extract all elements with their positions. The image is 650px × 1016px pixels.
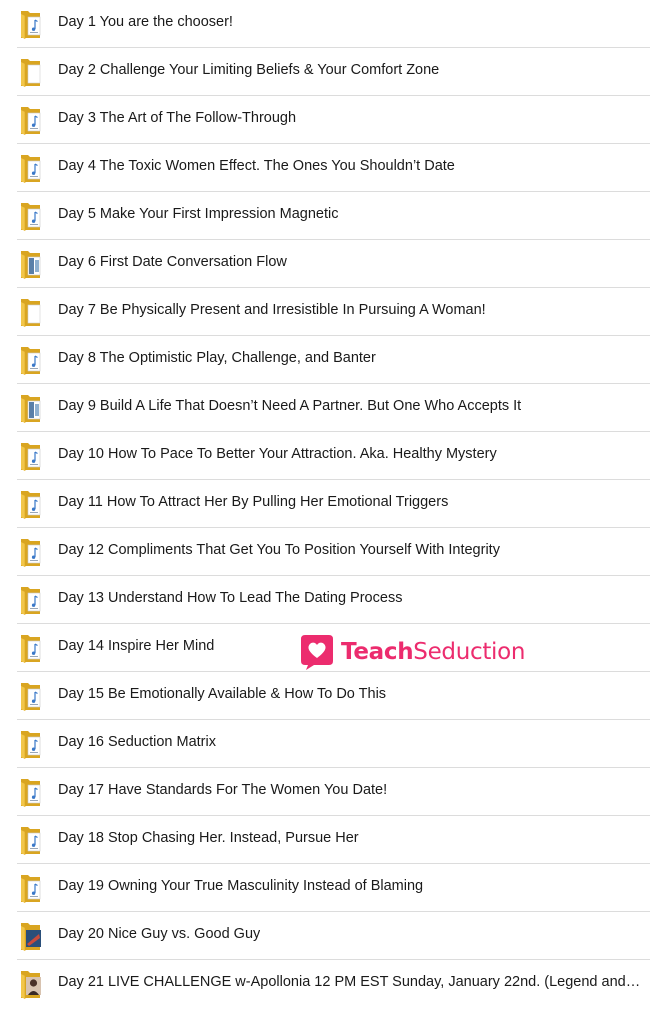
speech-heart-logo-icon	[301, 635, 333, 670]
folder-name: Day 1 You are the chooser!	[58, 14, 233, 30]
folder-name: Day 3 The Art of The Follow-Through	[58, 110, 297, 126]
folder-name: Day 7 Be Physically Present and Irresist…	[58, 302, 486, 318]
folder-row[interactable]: Day 12 Compliments That Get You To Posit…	[0, 528, 650, 576]
folder-row[interactable]: Day 4 The Toxic Women Effect. The Ones Y…	[0, 144, 650, 192]
folder-name: Day 15 Be Emotionally Available & How To…	[58, 686, 387, 702]
folder-icon	[20, 728, 44, 760]
watermark-text-bold: Teach	[341, 639, 414, 665]
folder-icon	[20, 488, 44, 520]
folder-name: Day 9 Build A Life That Doesn’t Need A P…	[58, 398, 522, 414]
folder-row[interactable]: Day 9 Build A Life That Doesn’t Need A P…	[0, 384, 650, 432]
folder-row[interactable]: Day 11 How To Attract Her By Pulling Her…	[0, 480, 650, 528]
folder-icon	[20, 872, 44, 904]
folder-row[interactable]: Day 5 Make Your First Impression Magneti…	[0, 192, 650, 240]
folder-icon	[20, 392, 44, 424]
folder-name: Day 2 Challenge Your Limiting Beliefs & …	[58, 62, 440, 78]
watermark-text-regular: Seduction	[413, 639, 526, 665]
folder-icon	[20, 200, 44, 232]
folder-row[interactable]: Day 10 How To Pace To Better Your Attrac…	[0, 432, 650, 480]
folder-name: Day 8 The Optimistic Play, Challenge, an…	[58, 350, 376, 366]
folder-name: Day 20 Nice Guy vs. Good Guy	[58, 926, 261, 942]
folder-row[interactable]: Day 8 The Optimistic Play, Challenge, an…	[0, 336, 650, 384]
folder-list: Day 1 You are the chooser! Day 2 Challeng…	[0, 0, 650, 1008]
watermark-text: TeachSeduction	[341, 639, 526, 665]
folder-icon	[20, 536, 44, 568]
folder-icon	[20, 56, 44, 88]
folder-row[interactable]: Day 18 Stop Chasing Her. Instead, Pursue…	[0, 816, 650, 864]
folder-icon	[20, 248, 44, 280]
folder-icon	[20, 968, 44, 1000]
folder-row[interactable]: Day 2 Challenge Your Limiting Beliefs & …	[0, 48, 650, 96]
folder-icon	[20, 344, 44, 376]
folder-icon	[20, 584, 44, 616]
folder-name: Day 16 Seduction Matrix	[58, 734, 216, 750]
folder-name: Day 18 Stop Chasing Her. Instead, Pursue…	[58, 830, 359, 846]
folder-name: Day 21 LIVE CHALLENGE w-Apollonia 12 PM …	[58, 974, 642, 990]
teachseduction-watermark: TeachSeduction	[300, 632, 526, 672]
folder-icon	[20, 776, 44, 808]
folder-row[interactable]: Day 13 Understand How To Lead The Dating…	[0, 576, 650, 624]
folder-name: Day 14 Inspire Her Mind	[58, 638, 215, 654]
folder-row[interactable]: Day 6 First Date Conversation Flow	[0, 240, 650, 288]
folder-icon	[20, 8, 44, 40]
folder-icon	[20, 920, 44, 952]
folder-name: Day 19 Owning Your True Masculinity Inst…	[58, 878, 424, 894]
folder-row[interactable]: Day 15 Be Emotionally Available & How To…	[0, 672, 650, 720]
folder-icon	[20, 680, 44, 712]
folder-icon	[20, 824, 44, 856]
folder-icon	[20, 296, 44, 328]
folder-name: Day 4 The Toxic Women Effect. The Ones Y…	[58, 158, 455, 174]
folder-icon	[20, 632, 44, 664]
folder-icon	[20, 440, 44, 472]
folder-icon	[20, 104, 44, 136]
folder-row[interactable]: Day 1 You are the chooser!	[0, 0, 650, 48]
folder-name: Day 13 Understand How To Lead The Dating…	[58, 590, 403, 606]
folder-row[interactable]: Day 19 Owning Your True Masculinity Inst…	[0, 864, 650, 912]
folder-name: Day 17 Have Standards For The Women You …	[58, 782, 388, 798]
folder-row[interactable]: Day 7 Be Physically Present and Irresist…	[0, 288, 650, 336]
folder-name: Day 12 Compliments That Get You To Posit…	[58, 542, 500, 558]
folder-name: Day 6 First Date Conversation Flow	[58, 254, 287, 270]
folder-name: Day 10 How To Pace To Better Your Attrac…	[58, 446, 497, 462]
folder-icon	[20, 152, 44, 184]
folder-row[interactable]: Day 16 Seduction Matrix	[0, 720, 650, 768]
folder-row[interactable]: Day 17 Have Standards For The Women You …	[0, 768, 650, 816]
folder-row[interactable]: Day 20 Nice Guy vs. Good Guy	[0, 912, 650, 960]
folder-name: Day 11 How To Attract Her By Pulling Her…	[58, 494, 449, 510]
folder-row[interactable]: Day 21 LIVE CHALLENGE w-Apollonia 12 PM …	[0, 960, 650, 1008]
folder-name: Day 5 Make Your First Impression Magneti…	[58, 206, 339, 222]
folder-row[interactable]: Day 3 The Art of The Follow-Through	[0, 96, 650, 144]
